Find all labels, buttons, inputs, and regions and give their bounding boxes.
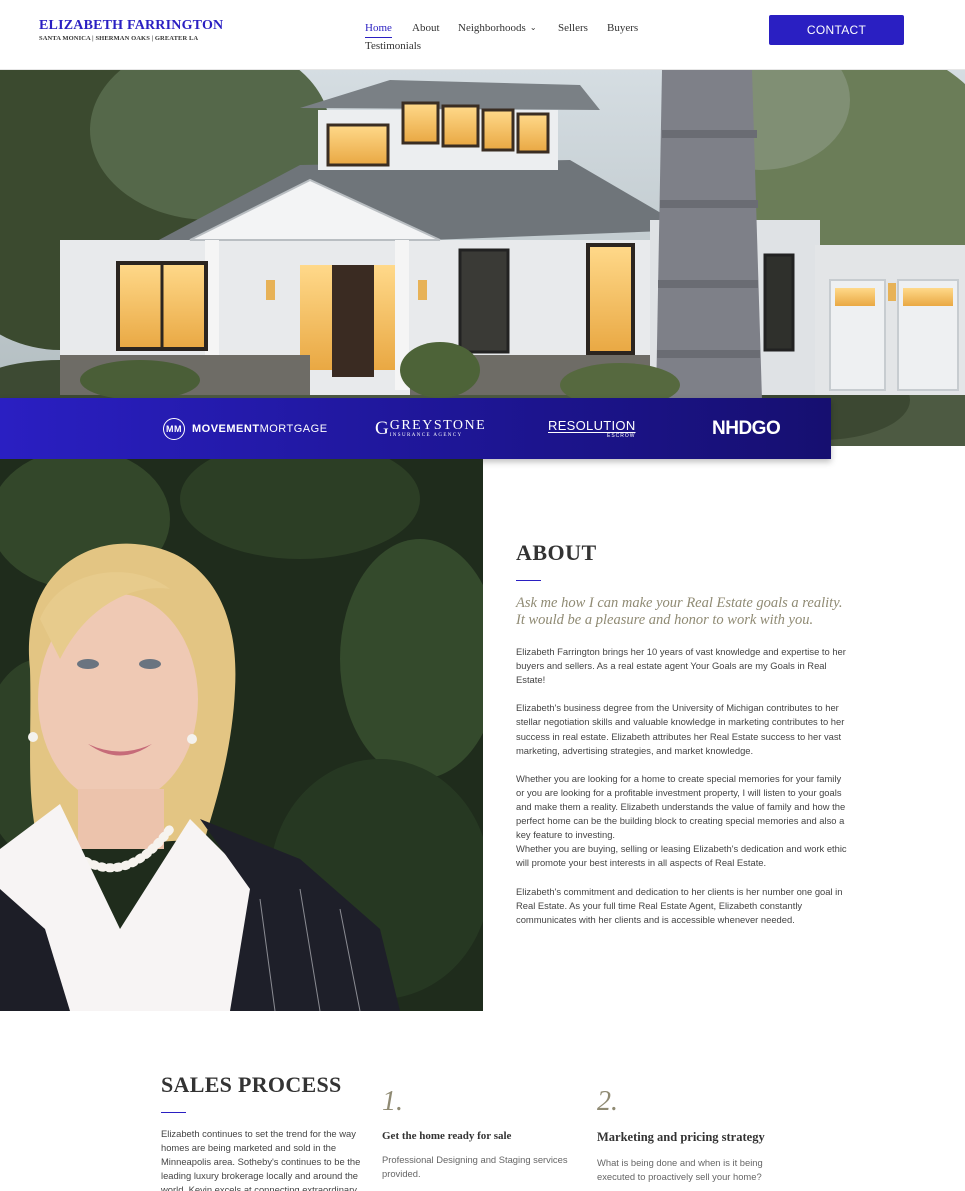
greystone-sub: INSURANCE AGENCY	[389, 433, 463, 438]
partner-logo-bar: MM MOVEMENT MORTGAGE G GREYSTONE INSURANC…	[0, 398, 831, 459]
process-step: 2. Marketing and pricing strategy What i…	[597, 1088, 797, 1184]
movement-mortgage-logo[interactable]: MM MOVEMENT MORTGAGE	[163, 398, 328, 459]
movement-light-text: MORTGAGE	[259, 422, 328, 435]
about-body: Elizabeth Farrington brings her 10 years…	[516, 645, 851, 927]
nav-item-testimonials[interactable]: Testimonials	[365, 40, 421, 52]
about-paragraph: Elizabeth's commitment and dedication to…	[516, 885, 843, 925]
about-paragraph: Elizabeth's business degree from the Uni…	[516, 702, 845, 756]
chevron-down-icon: ⌄	[529, 23, 537, 32]
about-quote: Ask me how I can make your Real Estate g…	[516, 595, 843, 628]
resolution-sub: ESCROW	[607, 432, 636, 439]
greystone-text: GREYSTONE INSURANCE AGENCY	[389, 418, 487, 439]
about-paragraph: Elizabeth Farrington brings her 10 years…	[516, 646, 846, 686]
title-divider	[161, 1112, 186, 1113]
hero-image	[0, 70, 965, 446]
agent-portrait	[0, 459, 483, 1011]
sales-process-body: Elizabeth continues to set the trend for…	[161, 1128, 361, 1191]
sales-process-title: SALES PROCESS	[161, 1072, 342, 1097]
about-title: ABOUT	[516, 540, 597, 565]
movement-bold-text: MOVEMENT	[192, 422, 260, 435]
greystone-name: GREYSTONE	[389, 418, 487, 433]
house-illustration	[0, 70, 965, 446]
nav-item-buyers[interactable]: Buyers	[607, 22, 638, 34]
greystone-logo[interactable]: G GREYSTONE INSURANCE AGENCY	[375, 398, 486, 459]
nhdgo-logo[interactable]: NHDGO	[712, 398, 781, 459]
nav-item-neighborhoods-label: Neighborhoods	[458, 22, 526, 34]
step-title: Marketing and pricing strategy	[597, 1130, 765, 1144]
step-description: Professional Designing and Staging servi…	[382, 1154, 568, 1180]
step-number: 2.	[597, 1086, 618, 1117]
step-number: 1.	[382, 1086, 403, 1117]
site-header: ELIZABETH FARRINGTON SANTA MONICA | SHER…	[0, 0, 965, 70]
resolution-escrow-logo[interactable]: RESOLUTION ESCROW	[548, 398, 636, 459]
about-paragraph: Whether you are buying, selling or leasi…	[516, 843, 847, 869]
nav-item-home[interactable]: Home	[365, 22, 392, 38]
about-section: ABOUT Ask me how I can make your Real Es…	[516, 540, 851, 941]
greystone-mark-icon: G	[375, 417, 389, 439]
resolution-name: RESOLUTION	[548, 417, 636, 433]
movement-mark-icon: MM	[163, 417, 185, 440]
brand-tagline: SANTA MONICA | SHERMAN OAKS | GREATER LA	[39, 35, 199, 42]
nav-item-neighborhoods[interactable]: Neighborhoods ⌄	[458, 22, 537, 34]
nav-item-about[interactable]: About	[412, 22, 440, 34]
brand-logo[interactable]: ELIZABETH FARRINGTON SANTA MONICA | SHER…	[39, 18, 223, 42]
brand-name: ELIZABETH FARRINGTON	[39, 18, 224, 33]
sales-process-section: SALES PROCESS Elizabeth continues to set…	[161, 1072, 361, 1191]
nav-item-sellers[interactable]: Sellers	[558, 22, 588, 34]
step-description: What is being done and when is it being …	[597, 1157, 763, 1183]
step-title: Get the home ready for sale	[382, 1130, 512, 1142]
title-divider	[516, 580, 541, 581]
agent-photo	[0, 459, 483, 1011]
about-paragraph: Whether you are looking for a home to cr…	[516, 772, 846, 841]
process-step: 1. Get the home ready for sale Professio…	[382, 1088, 582, 1181]
contact-button[interactable]: CONTACT	[769, 15, 904, 45]
